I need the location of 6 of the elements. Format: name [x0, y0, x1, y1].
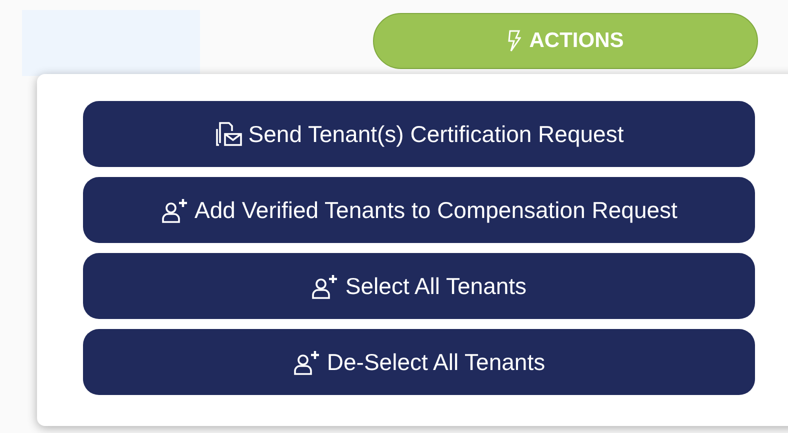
document-mail-icon [214, 119, 244, 149]
lightning-icon [507, 30, 522, 52]
menu-item-button[interactable]: Add Verified Tenants to Compensation Request [83, 177, 755, 243]
menu-item-button[interactable]: Select All Tenants [83, 253, 755, 319]
menu-item-button[interactable]: Send Tenant(s) Certification Request [83, 101, 755, 167]
menu-item-button[interactable]: De-Select All Tenants [83, 329, 755, 395]
